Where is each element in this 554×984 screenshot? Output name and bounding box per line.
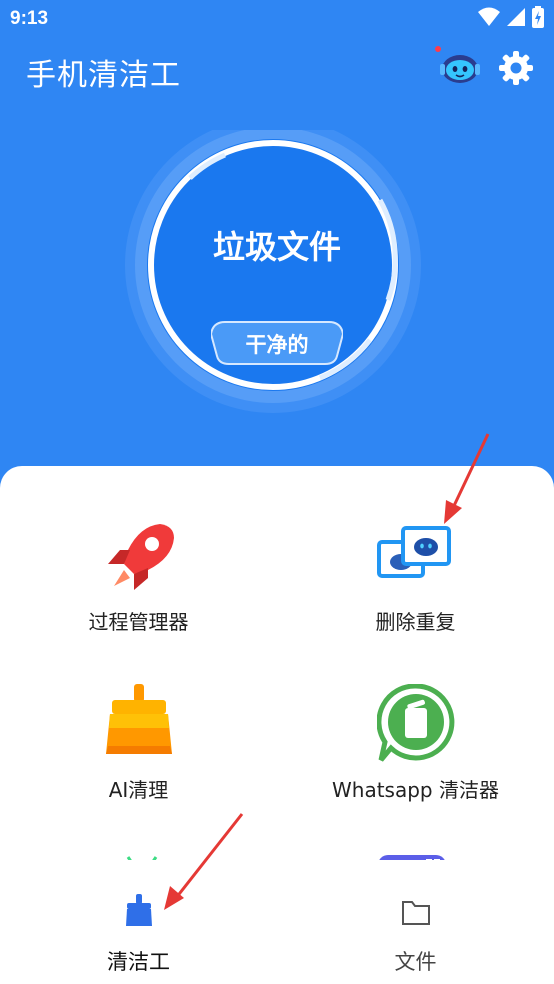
bottom-navigation: 清洁工 文件 bbox=[0, 860, 554, 984]
feature-label: AI清理 bbox=[108, 778, 169, 802]
nav-label: 清洁工 bbox=[107, 950, 170, 974]
nav-label: 文件 bbox=[394, 950, 437, 974]
nav-tab-cleaner[interactable]: 清洁工 bbox=[0, 860, 277, 984]
nav-tab-files[interactable]: 文件 bbox=[277, 860, 554, 984]
feature-ai-clean[interactable]: AI清理 bbox=[0, 684, 277, 844]
broom-icon bbox=[106, 684, 172, 754]
gauge-status-label: 干净的 bbox=[245, 333, 309, 357]
rocket-icon bbox=[108, 524, 174, 590]
folder-icon bbox=[402, 901, 430, 925]
robot-assistant-button[interactable] bbox=[435, 46, 481, 86]
battery-icon bbox=[532, 6, 544, 28]
feature-process-manager[interactable]: 过程管理器 bbox=[0, 520, 277, 680]
gauge-title: 垃圾文件 bbox=[212, 228, 341, 266]
settings-button[interactable] bbox=[498, 50, 534, 86]
signal-icon bbox=[507, 8, 525, 26]
feature-label: 过程管理器 bbox=[88, 610, 189, 634]
feature-whatsapp-cleaner[interactable]: Whatsapp 清洁器 bbox=[277, 684, 554, 844]
feature-label: 删除重复 bbox=[375, 610, 456, 634]
feature-delete-duplicates[interactable]: 删除重复 bbox=[277, 520, 554, 680]
wifi-icon bbox=[478, 7, 500, 26]
app-title: 手机清洁工 bbox=[26, 59, 181, 92]
whatsapp-trash-icon bbox=[377, 684, 455, 762]
robot-assistant-icon bbox=[435, 46, 480, 83]
junk-gauge[interactable] bbox=[120, 130, 430, 420]
duplicate-photos-icon bbox=[377, 526, 451, 578]
feature-label: Whatsapp 清洁器 bbox=[332, 778, 499, 802]
gear-icon bbox=[499, 51, 533, 85]
broom-nav-icon bbox=[126, 894, 152, 926]
status-time: 9:13 bbox=[10, 8, 49, 29]
status-bar: 9:13 bbox=[0, 0, 554, 38]
